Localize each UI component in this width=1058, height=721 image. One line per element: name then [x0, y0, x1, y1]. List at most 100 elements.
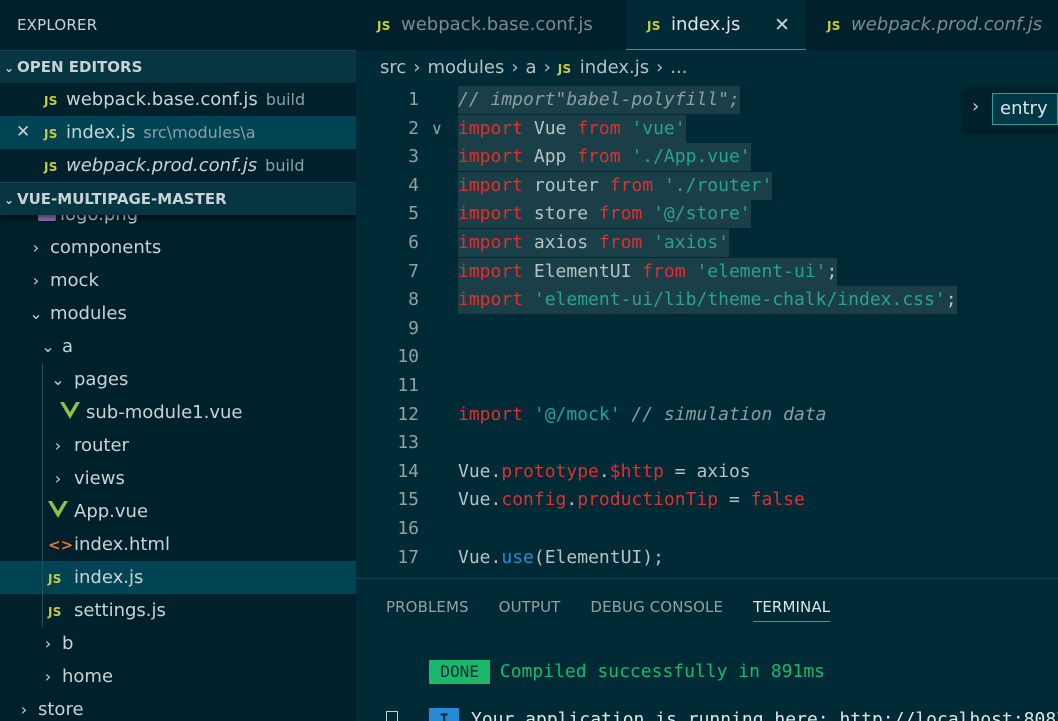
tab-webpack-prod[interactable]: JS webpack.prod.conf.js	[806, 0, 1058, 50]
close-icon[interactable]: ✕	[774, 0, 790, 50]
chevron-right-icon: ›	[543, 57, 551, 78]
js-file-icon: JS	[377, 19, 391, 33]
breadcrumb-item[interactable]: modules	[427, 57, 504, 78]
line-number: 13	[397, 432, 419, 454]
line-number: 7	[408, 260, 419, 282]
breadcrumb-item[interactable]: index.js	[580, 57, 649, 78]
vue-file-icon	[48, 497, 70, 518]
code-token: Vue	[458, 546, 491, 568]
code-line[interactable]: 9	[356, 315, 1058, 343]
breadcrumb-item[interactable]: a	[526, 57, 537, 78]
code-line[interactable]: 12 import '@/mock' // simulation data	[356, 401, 1058, 429]
status-badge: I	[429, 708, 459, 721]
code-line[interactable]: 7 import ElementUI from 'element-ui';	[356, 257, 1058, 286]
code-token: ElementUI	[523, 260, 643, 282]
tab-output[interactable]: OUTPUT	[499, 579, 561, 627]
code-line[interactable]: 1 // import"babel-polyfill";	[356, 86, 1058, 114]
breadcrumb-more[interactable]: ...	[670, 57, 687, 78]
open-editor-webpack-prod[interactable]: JS webpack.prod.conf.js build	[0, 149, 356, 182]
chevron-down-icon: ⌄	[3, 61, 15, 75]
open-editor-index-js[interactable]: ✕ JS index.js src\modules\a	[0, 116, 356, 149]
code-token: // import"babel-polyfill";	[458, 89, 740, 110]
tree-item-b[interactable]: › b	[0, 627, 356, 660]
code-token: false	[750, 489, 805, 511]
tab-terminal-label: TERMINAL	[753, 597, 831, 622]
bottom-panel: PROBLEMS OUTPUT DEBUG CONSOLE TERMINAL D…	[356, 578, 1058, 721]
code-line[interactable]: 2 ∨ import Vue from 'vue'	[356, 114, 1058, 143]
tab-index-js[interactable]: JS index.js ✕	[626, 0, 806, 50]
tree-item-router[interactable]: › router	[0, 429, 356, 462]
code-token: .	[566, 489, 578, 511]
chevron-right-icon: ›	[413, 57, 421, 78]
code-line[interactable]: 15 Vue.config.productionTip = false	[356, 486, 1058, 514]
code-line[interactable]: 17 Vue.use(ElementUI);	[356, 544, 1058, 572]
breadcrumb: src › modules › a › JS index.js ›...	[356, 50, 1058, 86]
project-header[interactable]: ⌄ VUE-MULTIPAGE-MASTER	[0, 182, 356, 215]
code-token: import	[458, 117, 524, 139]
open-editor-webpack-base[interactable]: JS webpack.base.conf.js build	[0, 83, 356, 116]
tree-item-store[interactable]: › store	[0, 693, 356, 721]
tree-item-mock[interactable]: › mock	[0, 264, 356, 297]
tree-item-sub-module1[interactable]: sub-module1.vue	[0, 396, 356, 429]
code-line[interactable]: 6 import axios from 'axios'	[356, 229, 1058, 257]
code-content: Vue.prototype.$http = axios	[458, 458, 751, 486]
tree-item-a[interactable]: ⌄ a	[0, 330, 356, 363]
code-content: Vue.use(ElementUI);	[458, 544, 664, 572]
code-token: .	[490, 546, 502, 568]
code-line[interactable]: 16	[356, 515, 1058, 543]
code-line[interactable]: 11	[356, 372, 1058, 400]
code-token: '@/mock'	[533, 403, 621, 425]
code-token: ;	[826, 260, 838, 282]
find-input[interactable]: entry	[992, 93, 1058, 125]
code-line[interactable]: 14 Vue.prototype.$http = axios	[356, 458, 1058, 486]
tree-item-index-js[interactable]: JS index.js	[0, 561, 356, 594]
fold-chevron-icon[interactable]: ∨	[431, 115, 443, 143]
code-line[interactable]: 8 import 'element-ui/lib/theme-chalk/inde…	[356, 286, 1058, 315]
tree-item-pages[interactable]: ⌄ pages	[0, 363, 356, 396]
tab-terminal[interactable]: TERMINAL	[753, 579, 831, 627]
code-token: (	[533, 546, 545, 568]
code-token: import	[458, 174, 524, 196]
project-label: VUE-MULTIPAGE-MASTER	[17, 190, 227, 208]
line-number: 5	[408, 203, 419, 225]
tree-item-app-vue[interactable]: App.vue	[0, 495, 356, 528]
tab-label: webpack.prod.conf.js	[851, 14, 1043, 35]
chevron-right-icon[interactable]: ›	[972, 96, 979, 117]
tree-item-views[interactable]: › views	[0, 462, 356, 495]
code-line[interactable]: 5 import store from '@/store'	[356, 200, 1058, 229]
chevron-down-icon: ⌄	[51, 370, 65, 389]
code-line[interactable]: 4 import router from './router'	[356, 171, 1058, 200]
indent-guide	[42, 429, 43, 462]
code-line[interactable]: 10	[356, 343, 1058, 371]
tree-item-modules[interactable]: ⌄ modules	[0, 297, 356, 330]
open-editors-header[interactable]: ⌄ OPEN EDITORS	[0, 50, 356, 83]
tab-webpack-base[interactable]: JS webpack.base.conf.js	[356, 0, 626, 50]
tab-debug-console[interactable]: DEBUG CONSOLE	[590, 579, 723, 627]
code-token: productionTip	[577, 489, 719, 511]
tree-item-home[interactable]: › home	[0, 660, 356, 693]
code-token: import	[458, 289, 524, 311]
code-content: import 'element-ui/lib/theme-chalk/index…	[458, 286, 957, 315]
tree-item-label: home	[62, 666, 114, 687]
js-file-icon: JS	[48, 605, 62, 619]
tree-item-index-html[interactable]: <>index.html	[0, 528, 356, 561]
code-line[interactable]: 13	[356, 429, 1058, 457]
code-token: Vue	[523, 117, 578, 139]
chevron-right-icon: ›	[32, 271, 40, 290]
code-content: import App from './App.vue'	[458, 143, 751, 172]
code-token: import	[458, 146, 524, 168]
close-icon[interactable]: ✕	[16, 116, 30, 149]
code-token: config	[501, 489, 567, 511]
js-file-icon: JS	[557, 62, 572, 76]
tree-item-settings-js[interactable]: JS settings.js	[0, 594, 356, 627]
code-token: Vue	[458, 489, 491, 511]
code-token: // simulation data	[631, 403, 827, 425]
tree-item-components[interactable]: › components	[0, 231, 356, 264]
code-editor[interactable]: 1 // import"babel-polyfill"; 2 ∨ import Vue …	[356, 86, 1058, 578]
tab-problems[interactable]: PROBLEMS	[386, 579, 469, 627]
code-token: axios	[696, 460, 751, 482]
tree-item-label: b	[62, 633, 74, 654]
code-line[interactable]: 3 import App from './App.vue'	[356, 143, 1058, 172]
breadcrumb-item[interactable]: src	[380, 57, 406, 78]
